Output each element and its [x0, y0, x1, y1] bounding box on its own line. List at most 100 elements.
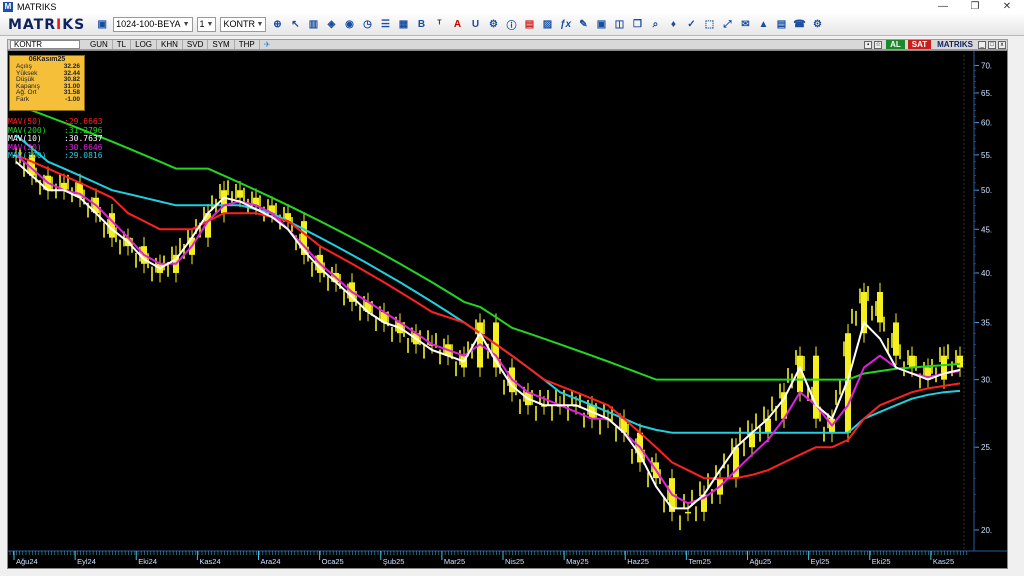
calendar-icon[interactable]: ▣ [594, 18, 608, 32]
x-tick-label: Ağu24 [16, 557, 38, 566]
close-button[interactable]: ✕ [992, 0, 1022, 14]
chart-window-header: KONTR GUN TL LOG KHN SVD SYM THP ✈ ▪ ☆ A… [7, 39, 1008, 50]
x-tick-label: Oca25 [322, 557, 344, 566]
series-mav50 [15, 153, 961, 480]
list-icon[interactable]: ☰ [378, 18, 392, 32]
sell-button[interactable]: SAT [907, 40, 932, 49]
photo-icon[interactable]: ▤ [522, 18, 536, 32]
window-icon[interactable]: ◫ [612, 18, 626, 32]
legend-mav100: MAV(100):29.0816 [8, 151, 103, 160]
lock-icon[interactable]: ▪ [864, 40, 873, 49]
text-color-icon[interactable]: A [450, 18, 464, 32]
star-icon[interactable]: ☆ [874, 40, 883, 49]
x-tick-label: Tem25 [688, 557, 711, 566]
x-tick-label: Eki25 [872, 557, 891, 566]
font-icon[interactable]: ᵀ [432, 18, 446, 32]
edit-icon[interactable]: ✎ [576, 18, 590, 32]
window-title: MATRIKS [17, 2, 57, 12]
y-tick-label: 35. [981, 318, 992, 327]
series-mav10 [15, 160, 961, 510]
price-chart[interactable]: 20. 25. 30. 35. 40. 45. 50. 55. 60. 65. 70. Ağu24 Ey… [7, 50, 1008, 569]
main-toolbar: MATRIKS ▣ 1024-100-BEYA ▼ 1 ▼ KONTR ▼ ⊕ ↖ ▥… [0, 14, 1024, 36]
indicator-icon[interactable]: ◈ [324, 18, 338, 32]
x-tick-label: Nis25 [505, 557, 524, 566]
chart-brand: MATRIKS [937, 40, 973, 49]
bar-chart-icon[interactable]: ▥ [306, 18, 320, 32]
gear-icon[interactable]: ⚙ [810, 18, 824, 32]
globe-icon[interactable]: ◉ [342, 18, 356, 32]
maximize-button[interactable]: ❐ [960, 0, 990, 14]
frame-icon[interactable]: ⬚ [702, 18, 716, 32]
chart-canvas[interactable]: 20. 25. 30. 35. 40. 45. 50. 55. 60. 65. 70. Ağu24 Ey… [8, 51, 1007, 568]
period-sym[interactable]: SYM [208, 40, 235, 49]
x-tick-label: Kas24 [199, 557, 220, 566]
close-chart-icon[interactable]: x [998, 40, 1006, 49]
y-tick-label: 30. [981, 376, 992, 385]
x-tick-label: Ağu25 [750, 557, 772, 566]
image-icon[interactable]: ▨ [540, 18, 554, 32]
window-title-bar: M MATRIKS — ❐ ✕ [0, 0, 1024, 14]
x-tick-label: Eki24 [138, 557, 157, 566]
twitter-icon[interactable]: ♦ [666, 18, 680, 32]
price-candle [221, 190, 227, 214]
x-tick-label: Mar25 [444, 557, 465, 566]
resize-icon[interactable]: ⤢ [720, 18, 734, 32]
minimize-chart-icon[interactable]: _ [978, 40, 986, 49]
save-icon[interactable]: ▣ [95, 18, 109, 32]
cursor-icon[interactable]: ↖ [288, 18, 302, 32]
check-icon[interactable]: ✓ [684, 18, 698, 32]
phone-icon[interactable]: ☎ [792, 18, 806, 32]
x-tick-label: Eyl24 [77, 557, 96, 566]
template-select[interactable]: 1024-100-BEYA ▼ [113, 17, 193, 32]
x-tick-label: Eyl25 [811, 557, 830, 566]
buy-button[interactable]: AL [886, 40, 905, 49]
symbol-select[interactable]: KONTR ▼ [220, 17, 267, 32]
zoom-icon[interactable]: ⊕ [270, 18, 284, 32]
copy-icon[interactable]: ❐ [630, 18, 644, 32]
indicator-legend: MAV(50):29.6663 MAV(200):31.2796 MAV(10)… [8, 117, 103, 161]
price-candle [685, 511, 691, 514]
price-candle [941, 355, 947, 380]
y-tick-label: 55. [981, 151, 992, 160]
bold-icon[interactable]: B [414, 18, 428, 32]
y-tick-label: 65. [981, 89, 992, 98]
x-tick-label: Kas25 [933, 557, 954, 566]
twitter-share-icon[interactable]: ✈ [260, 40, 275, 49]
info-icon[interactable]: ⓘ [504, 18, 518, 32]
ohlc-info-box: 06Kasım25 Açılış 32.26 Yüksek 32.44 Düşük 3… [9, 55, 85, 111]
search-icon[interactable]: ⌕ [648, 18, 662, 32]
period-svd[interactable]: SVD [183, 40, 209, 49]
x-tick-label: Haz25 [627, 557, 649, 566]
note-icon[interactable]: ✉ [738, 18, 752, 32]
y-tick-label: 25. [981, 443, 992, 452]
y-tick-label: 50. [981, 186, 992, 195]
y-tick-label: 70. [981, 61, 992, 70]
chart-symbol-field[interactable]: KONTR [10, 40, 80, 49]
y-tick-label: 45. [981, 225, 992, 234]
price-candle [957, 355, 963, 368]
clock-icon[interactable]: ◷ [360, 18, 374, 32]
x-tick-label: Şub25 [383, 557, 405, 566]
price-candle [109, 213, 115, 238]
minimize-button[interactable]: — [928, 0, 958, 14]
table-icon[interactable]: ▦ [396, 18, 410, 32]
underline-icon[interactable]: U [468, 18, 482, 32]
warning-icon[interactable]: ▲ [756, 18, 770, 32]
app-logo-icon: M [3, 2, 13, 12]
formula-icon[interactable]: ƒx [558, 18, 572, 32]
maximize-chart-icon[interactable]: □ [988, 40, 996, 49]
price-candle [893, 322, 899, 356]
period-thp[interactable]: THP [235, 40, 260, 49]
layout-select[interactable]: 1 ▼ [196, 17, 217, 32]
series-mav20 [15, 154, 961, 505]
period-log[interactable]: LOG [131, 40, 158, 49]
period-gun[interactable]: GUN [86, 40, 113, 49]
y-tick-label: 20. [981, 526, 992, 535]
price-candle [237, 190, 243, 198]
y-tick-label: 60. [981, 119, 992, 128]
price-candle [877, 291, 883, 323]
period-khn[interactable]: KHN [157, 40, 183, 49]
period-tl[interactable]: TL [113, 40, 132, 49]
calc-icon[interactable]: ▤ [774, 18, 788, 32]
settings-icon[interactable]: ⚙ [486, 18, 500, 32]
